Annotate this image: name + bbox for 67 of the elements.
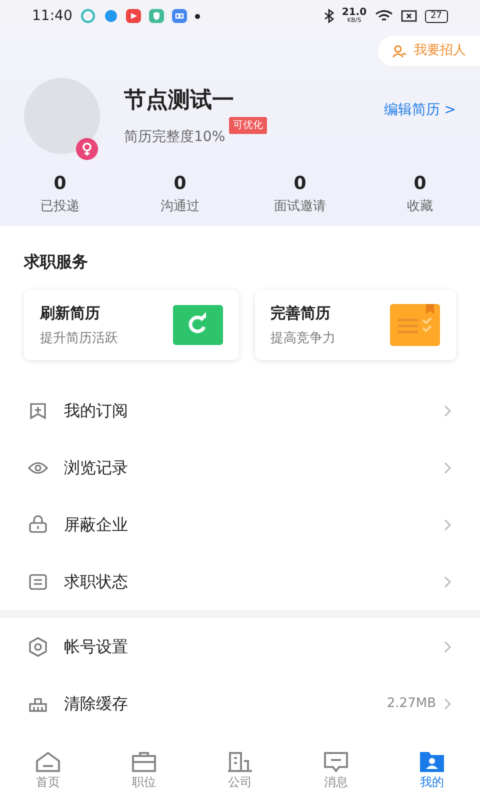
card-subtitle: 提高竞争力: [270, 330, 336, 348]
sim-icon: [400, 10, 417, 22]
menu-item[interactable]: 屏蔽企业: [0, 496, 480, 553]
menu-label: 清除缓存: [64, 692, 129, 714]
status-icon: [28, 572, 48, 592]
network-speed: 21.0: [342, 8, 367, 18]
chevron-icon: [444, 518, 452, 530]
message-icon: [323, 751, 349, 773]
menu-item[interactable]: 求职状态: [0, 553, 480, 610]
refresh-icon: [172, 305, 222, 345]
chevron-icon: [444, 462, 452, 474]
section-title: 求职服务: [24, 251, 89, 273]
stat-value[interactable]: 0: [360, 170, 480, 196]
stat-label: 沟通过: [160, 198, 200, 216]
cache-size: 2.27MB: [386, 694, 436, 713]
play-app-icon: [126, 9, 142, 23]
menu-item[interactable]: 我的订阅: [0, 382, 480, 439]
bluetooth-icon: [324, 9, 334, 23]
briefcase-icon: [131, 751, 157, 773]
service-card[interactable]: 完善简历 提高竞争力: [254, 290, 456, 360]
chevron-icon: [444, 404, 452, 416]
chevron-icon: [444, 640, 452, 652]
building-icon: [227, 751, 253, 773]
menu-item[interactable]: 清除缓存 2.27MB: [0, 675, 480, 732]
menu-item[interactable]: 浏览记录: [0, 439, 480, 496]
card-title: 完善简历: [270, 303, 332, 324]
menu-label: 我的订阅: [64, 400, 129, 422]
tab[interactable]: 职位: [96, 750, 192, 800]
app-icon: [104, 9, 118, 23]
menu-label: 帐号设置: [64, 636, 129, 658]
completeness-text: 简历完整度10%: [124, 128, 226, 146]
service-card[interactable]: 刷新简历 提升简历活跃: [24, 290, 238, 360]
wifi-icon: [374, 9, 393, 23]
link-app-icon: [172, 9, 188, 23]
chevron-icon: [444, 698, 452, 710]
chevron-icon: [444, 576, 452, 588]
menu-item[interactable]: 帐号设置: [0, 618, 480, 675]
settings-icon: [28, 636, 48, 656]
chat-app-icon: [80, 8, 96, 24]
stat-value[interactable]: 0: [120, 170, 240, 196]
tab[interactable]: 消息: [288, 750, 384, 800]
menu-label: 求职状态: [64, 570, 129, 592]
stat-value[interactable]: 0: [0, 170, 120, 196]
stat-label: 收藏: [406, 198, 434, 216]
tab[interactable]: 首页: [0, 750, 96, 800]
stat-label: 已投递: [40, 198, 80, 216]
menu-label: 屏蔽企业: [64, 514, 129, 536]
status-time: 11:40: [32, 6, 72, 26]
battery-indicator: 27: [424, 10, 448, 22]
edit-resume-link[interactable]: 编辑简历 >: [384, 100, 456, 121]
block-icon: [28, 514, 48, 534]
subscribe-icon: [28, 400, 48, 420]
stat-label: 面试邀请: [273, 198, 327, 216]
resume-icon: [390, 304, 440, 346]
stat-value[interactable]: 0: [240, 170, 360, 196]
card-subtitle: 提升简历活跃: [40, 330, 118, 348]
dot-icon: [195, 14, 200, 18]
optimize-tag: 可优化: [229, 116, 268, 134]
home-icon: [35, 751, 61, 773]
female-icon: [76, 138, 98, 160]
card-title: 刷新简历: [40, 303, 101, 324]
menu-label: 浏览记录: [64, 456, 129, 478]
shield-app-icon: [149, 9, 164, 23]
tab[interactable]: 我的: [384, 750, 480, 800]
tab[interactable]: 公司: [192, 750, 288, 800]
user-name: 节点测试一: [124, 86, 235, 114]
person-icon: [392, 44, 406, 58]
